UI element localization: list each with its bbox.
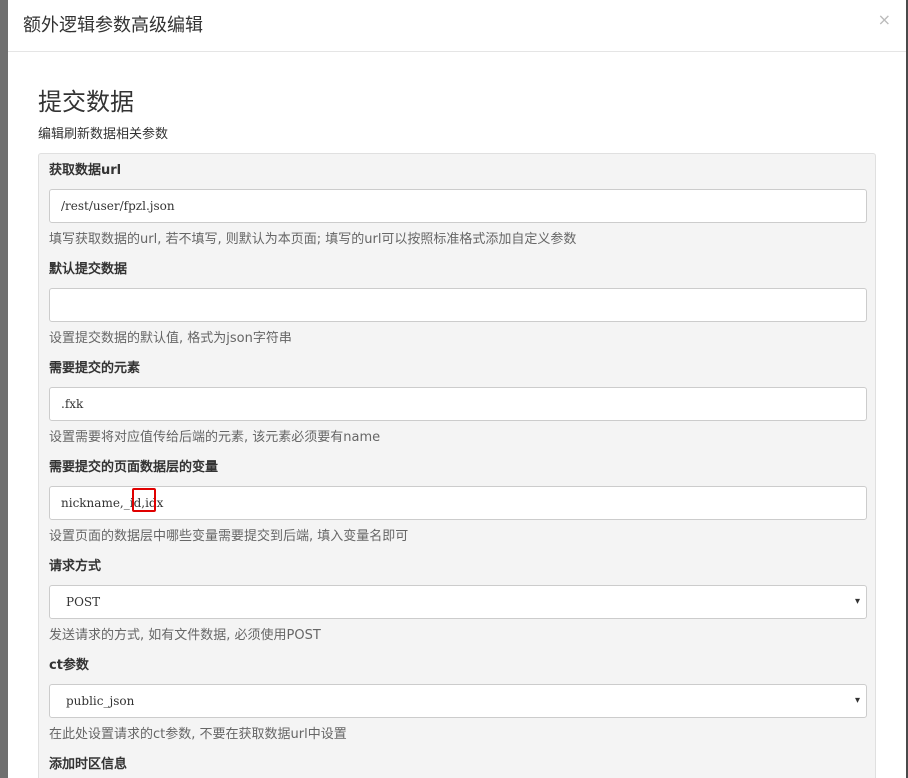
field-help: 设置页面的数据层中哪些变量需要提交到后端, 填入变量名即可 xyxy=(49,529,409,544)
field-label: 需要提交的页面数据层的变量 xyxy=(49,460,219,475)
request-method-value: POST xyxy=(66,595,101,609)
field-page-variables: 需要提交的页面数据层的变量 nickname,_id,idx 设置页面的数据层中… xyxy=(49,459,867,546)
submit-elements-input[interactable]: .fxk xyxy=(49,387,867,421)
field-help: 设置需要将对应值传给后端的元素, 该元素必须要有name xyxy=(49,430,381,445)
advanced-edit-dialog: 额外逻辑参数高级编辑 × 提交数据 编辑刷新数据相关参数 获取数据url /re… xyxy=(8,0,906,778)
section-subtitle: 编辑刷新数据相关参数 xyxy=(38,127,169,142)
field-default-data: 默认提交数据 设置提交数据的默认值, 格式为json字符串 xyxy=(49,261,867,348)
field-help: 填写获取数据的url, 若不填写, 则默认为本页面; 填写的url可以按照标准格… xyxy=(49,232,577,247)
field-label: 添加时区信息 xyxy=(49,757,128,772)
field-label: 请求方式 xyxy=(49,559,102,574)
dialog-header: 额外逻辑参数高级编辑 × xyxy=(8,0,906,52)
field-label: ct参数 xyxy=(49,658,89,673)
field-submit-elements: 需要提交的元素 .fxk 设置需要将对应值传给后端的元素, 该元素必须要有nam… xyxy=(49,360,867,447)
close-icon[interactable]: × xyxy=(878,10,891,29)
field-help: 发送请求的方式, 如有文件数据, 必须使用POST xyxy=(49,628,321,643)
page-variables-input[interactable]: nickname,_id,idx xyxy=(49,486,867,520)
default-data-input[interactable] xyxy=(49,288,867,322)
request-method-select[interactable]: POST ▾ xyxy=(49,585,867,619)
dialog-title: 额外逻辑参数高级编辑 xyxy=(23,15,203,36)
form-panel: 获取数据url /rest/user/fpzl.json 填写获取数据的url,… xyxy=(38,153,876,778)
field-label: 默认提交数据 xyxy=(49,262,128,277)
field-help: 设置提交数据的默认值, 格式为json字符串 xyxy=(49,331,292,346)
field-fetch-url: 获取数据url /rest/user/fpzl.json 填写获取数据的url,… xyxy=(49,162,867,249)
fetch-url-input[interactable]: /rest/user/fpzl.json xyxy=(49,189,867,223)
section-title: 提交数据 xyxy=(38,88,134,116)
field-request-method: 请求方式 POST ▾ 发送请求的方式, 如有文件数据, 必须使用POST xyxy=(49,558,867,645)
field-label: 需要提交的元素 xyxy=(49,361,141,376)
chevron-down-icon: ▾ xyxy=(854,596,860,607)
field-label: 获取数据url xyxy=(49,163,122,178)
field-timezone: 添加时区信息 xyxy=(49,756,865,774)
cursor-highlight-box xyxy=(132,488,156,512)
field-help: 在此处设置请求的ct参数, 不要在获取数据url中设置 xyxy=(49,727,347,742)
field-ct-param: ct参数 public_json ▾ 在此处设置请求的ct参数, 不要在获取数据… xyxy=(49,657,867,744)
ct-param-select[interactable]: public_json ▾ xyxy=(49,684,867,718)
ct-param-value: public_json xyxy=(66,694,135,708)
chevron-down-icon: ▾ xyxy=(854,695,860,706)
